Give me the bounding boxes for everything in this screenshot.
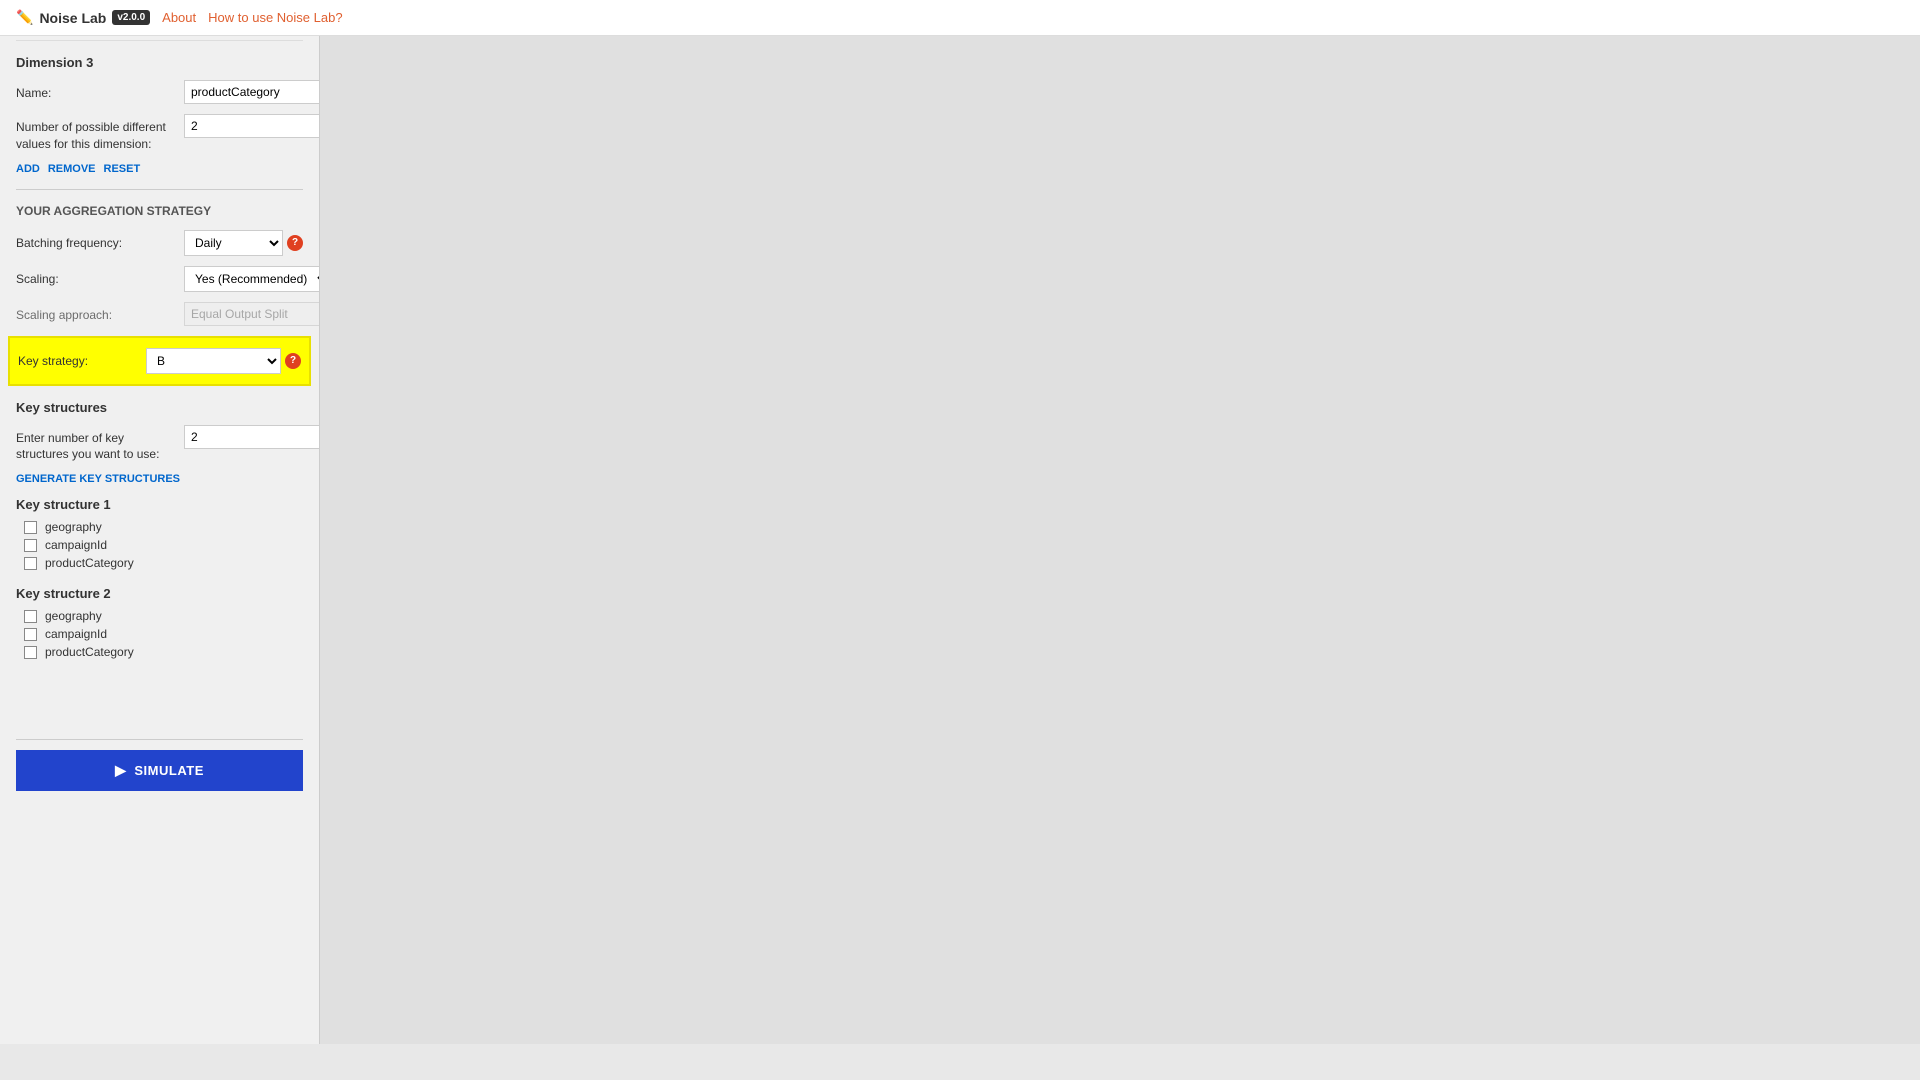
key-strategy-row: Key strategy: B A C ? xyxy=(8,336,311,386)
ks2-campaignid-label: campaignId xyxy=(45,627,107,641)
logo-text: Noise Lab xyxy=(39,10,106,26)
about-link[interactable]: About xyxy=(162,10,196,25)
right-panel xyxy=(320,0,1920,1044)
pencil-icon: ✏️ xyxy=(16,9,33,26)
ks2-geography-checkbox[interactable] xyxy=(24,610,37,623)
key-structures-count-input[interactable] xyxy=(184,425,320,449)
scaling-select-wrapper: Yes (Recommended) ? xyxy=(184,266,320,292)
batching-row: Batching frequency: Daily ? xyxy=(16,230,303,256)
key-strategy-help-icon[interactable]: ? xyxy=(285,353,301,369)
dimension3-count-input[interactable] xyxy=(184,114,320,138)
ks1-productcategory-checkbox[interactable] xyxy=(24,557,37,570)
content-area: Dimension: Dimension 3 Name: Number of p… xyxy=(0,0,319,715)
page-layout: Dimension: Dimension 3 Name: Number of p… xyxy=(0,0,1920,1044)
ks2-productcategory-label: productCategory xyxy=(45,645,134,659)
ks1-geography-label: geography xyxy=(45,520,102,534)
aggregation-section: YOUR AGGREGATION STRATEGY Batching frequ… xyxy=(16,204,303,386)
dimension3-count-label: Number of possible different values for … xyxy=(16,114,176,153)
divider1 xyxy=(16,189,303,190)
scaling-approach-row: Scaling approach: ? xyxy=(16,302,303,326)
key-structures-description: Enter number of key structures you want … xyxy=(16,425,176,464)
dimension3-name-input[interactable] xyxy=(184,80,320,104)
simulate-button[interactable]: ▶ SIMULATE xyxy=(16,750,303,791)
ks2-geography-row: geography xyxy=(24,609,303,623)
key-structure-1-group: Key structure 1 geography campaignId pro… xyxy=(16,497,303,570)
how-to-link[interactable]: How to use Noise Lab? xyxy=(208,10,342,25)
ks1-productcategory-row: productCategory xyxy=(24,556,303,570)
ks1-geography-checkbox[interactable] xyxy=(24,521,37,534)
scaling-select[interactable]: Yes (Recommended) xyxy=(184,266,320,292)
dimension3-count-row: Number of possible different values for … xyxy=(16,114,303,153)
ks1-productcategory-label: productCategory xyxy=(45,556,134,570)
key-structures-count-wrapper: ? xyxy=(184,425,320,449)
generate-link[interactable]: GENERATE KEY STRUCTURES xyxy=(16,473,303,485)
key-structure-2-title: Key structure 2 xyxy=(16,586,303,601)
key-structure-2-group: Key structure 2 geography campaignId pro… xyxy=(16,586,303,659)
dimension3-title: Dimension 3 xyxy=(16,55,303,70)
ks2-geography-label: geography xyxy=(45,609,102,623)
batching-help-icon[interactable]: ? xyxy=(287,235,303,251)
batching-label: Batching frequency: xyxy=(16,230,176,252)
action-links: ADD REMOVE RESET xyxy=(16,163,303,175)
simulate-label: SIMULATE xyxy=(134,763,203,778)
scaling-approach-label: Scaling approach: xyxy=(16,302,176,324)
key-strategy-select-wrapper: B A C ? xyxy=(146,348,301,374)
play-icon: ▶ xyxy=(115,762,126,779)
aggregation-heading: YOUR AGGREGATION STRATEGY xyxy=(16,204,303,218)
ks2-productcategory-row: productCategory xyxy=(24,645,303,659)
add-link[interactable]: ADD xyxy=(16,163,40,175)
key-strategy-select[interactable]: B A C xyxy=(146,348,281,374)
ks1-campaignid-row: campaignId xyxy=(24,538,303,552)
scroll-container: Dimension: Dimension 3 Name: Number of p… xyxy=(0,0,320,1044)
bottom-bar: ▶ SIMULATE xyxy=(0,715,319,801)
ks1-geography-row: geography xyxy=(24,520,303,534)
batching-select-wrapper: Daily ? xyxy=(184,230,303,256)
simulate-divider xyxy=(16,739,303,740)
ks2-campaignid-checkbox[interactable] xyxy=(24,628,37,641)
dimension3-name-row: Name: xyxy=(16,80,303,104)
key-structure-1-title: Key structure 1 xyxy=(16,497,303,512)
reset-link[interactable]: RESET xyxy=(104,163,141,175)
version-badge: v2.0.0 xyxy=(112,10,150,25)
key-structures-section: Key structures Enter number of key struc… xyxy=(16,400,303,660)
key-structures-count-row: Enter number of key structures you want … xyxy=(16,425,303,464)
ks1-campaignid-label: campaignId xyxy=(45,538,107,552)
scaling-label: Scaling: xyxy=(16,266,176,288)
ks2-productcategory-checkbox[interactable] xyxy=(24,646,37,659)
key-strategy-label: Key strategy: xyxy=(18,354,138,368)
app-logo: ✏️ Noise Lab v2.0.0 xyxy=(16,9,150,26)
batching-select[interactable]: Daily xyxy=(184,230,283,256)
ks2-campaignid-row: campaignId xyxy=(24,627,303,641)
dimension3-name-label: Name: xyxy=(16,80,176,102)
ks1-campaignid-checkbox[interactable] xyxy=(24,539,37,552)
remove-link[interactable]: REMOVE xyxy=(48,163,96,175)
scaling-row: Scaling: Yes (Recommended) ? xyxy=(16,266,303,292)
key-structures-title: Key structures xyxy=(16,400,303,415)
app-header: ✏️ Noise Lab v2.0.0 About How to use Noi… xyxy=(0,0,1920,36)
scaling-approach-input[interactable] xyxy=(184,302,320,326)
scaling-approach-wrapper: ? xyxy=(184,302,320,326)
